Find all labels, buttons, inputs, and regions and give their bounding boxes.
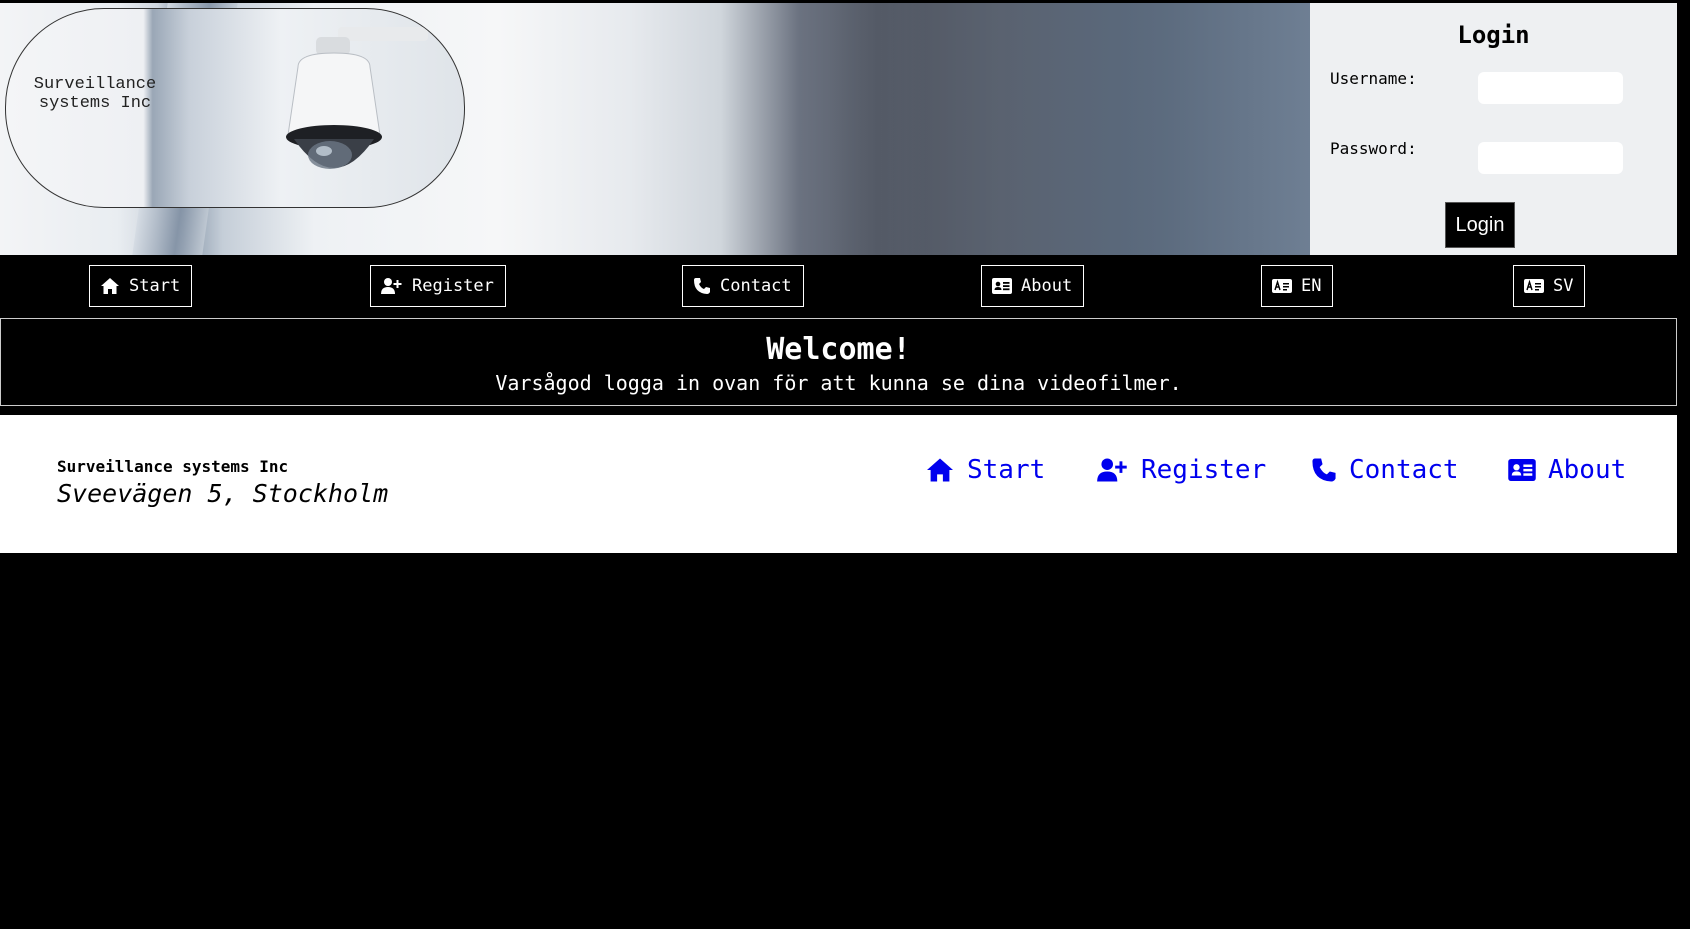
login-title: Login [1457,21,1530,49]
security-camera-icon [286,27,428,169]
footer-link-about-label: About [1548,455,1627,485]
hero-banner: Surveillance systems Inc [0,3,1310,255]
password-label: Password: [1330,139,1417,158]
login-button[interactable]: Login [1445,202,1515,248]
login-panel: Login Username: Password: Login [1310,3,1677,255]
nav-about-label: About [1021,276,1073,296]
footer-link-register-label: Register [1141,455,1267,485]
phone-icon [1312,458,1336,482]
footer-link-register[interactable]: Register [1097,455,1266,485]
footer-link-start-label: Start [967,455,1046,485]
nav-contact-label: Contact [720,276,792,296]
language-en-button[interactable]: EN [1261,265,1334,307]
phone-icon [694,278,710,294]
nav-contact-button[interactable]: Contact [682,265,804,307]
hero-background-shade [830,3,1310,255]
footer-link-contact[interactable]: Contact [1311,455,1459,485]
id-card-icon [1508,459,1536,481]
language-en-label: EN [1301,276,1322,296]
logo-text: Surveillance systems Inc [33,75,157,113]
nav-about-button[interactable]: About [981,265,1085,307]
id-card-icon [992,278,1012,294]
language-sv-button[interactable]: SV [1513,265,1586,307]
nav-start-label: Start [129,276,181,296]
site-footer: Surveillance systems Inc Sveevägen 5, St… [0,415,1677,553]
home-icon [927,458,953,482]
footer-link-contact-label: Contact [1349,455,1459,485]
language-icon [1524,279,1544,293]
footer-company-name: Surveillance systems Inc [57,457,289,476]
footer-link-start[interactable]: Start [925,455,1045,485]
language-sv-label: SV [1553,276,1574,296]
site-logo[interactable]: Surveillance systems Inc [5,8,465,208]
nav-start-button[interactable]: Start [89,265,193,307]
welcome-title: Welcome! [766,332,911,367]
site-header: Surveillance systems Inc Login Username:… [0,3,1677,255]
nav-register-button[interactable]: Register [370,265,506,307]
home-icon [101,278,119,294]
user-plus-icon [1097,458,1127,482]
footer-address: Sveevägen 5, Stockholm [57,479,389,508]
password-input[interactable] [1478,142,1623,174]
welcome-box: Welcome! Varsågod logga in ovan för att … [0,318,1677,406]
language-icon [1272,279,1292,293]
nav-register-label: Register [412,276,494,296]
user-plus-icon [381,278,402,294]
username-label: Username: [1330,69,1417,88]
footer-link-about[interactable]: About [1508,455,1626,485]
username-input[interactable] [1478,72,1623,104]
main-nav: Start Register Contact About EN SV [0,255,1677,317]
welcome-text: Varsågod logga in ovan för att kunna se … [495,371,1182,395]
